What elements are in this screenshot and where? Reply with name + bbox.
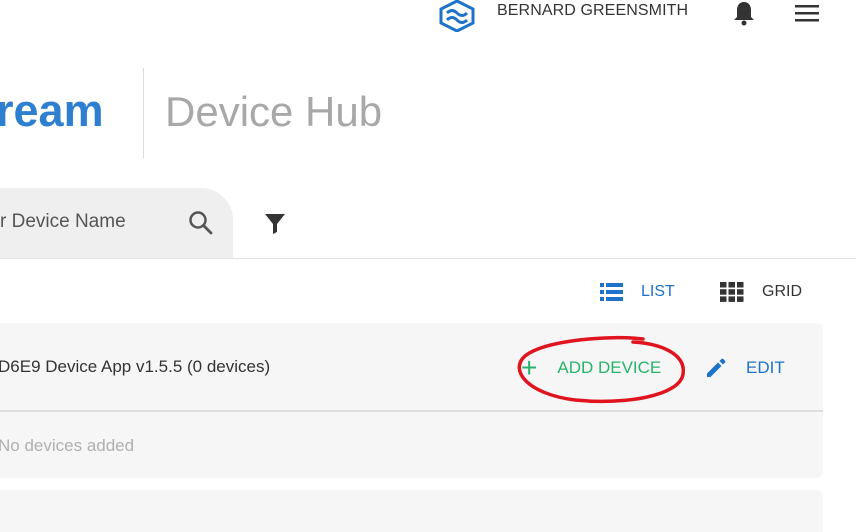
toolbar-divider	[0, 258, 856, 259]
list-view-icon	[600, 283, 623, 301]
list-view-label: LIST	[641, 283, 675, 300]
bell-icon[interactable]	[732, 0, 756, 26]
header-divider	[143, 68, 144, 158]
list-view-button[interactable]: LIST	[600, 279, 675, 305]
search-input[interactable]	[0, 206, 146, 238]
hamburger-menu-icon[interactable]	[793, 2, 821, 24]
add-device-button[interactable]: + ADD DEVICE	[521, 352, 662, 383]
user-name[interactable]: BERNARD GREENSMITH	[497, 2, 688, 20]
add-device-label: ADD DEVICE	[557, 358, 662, 377]
edit-button[interactable]: EDIT	[704, 355, 785, 381]
grid-view-button[interactable]: GRID	[720, 279, 802, 305]
empty-state-message: No devices added	[0, 436, 135, 455]
search-bar	[0, 188, 233, 258]
filter-icon[interactable]	[263, 211, 287, 235]
pencil-icon	[707, 358, 726, 377]
device-app-title: D6E9 Device App v1.5.5 (0 devices)	[0, 357, 271, 376]
device-app-card-next	[0, 490, 823, 532]
edit-label: EDIT	[746, 358, 785, 377]
card-divider	[0, 410, 823, 412]
grid-view-label: GRID	[762, 283, 802, 300]
brand-logo-text: ream	[0, 85, 104, 136]
logo-icon	[439, 0, 475, 32]
grid-view-icon	[720, 282, 744, 302]
search-icon[interactable]	[188, 210, 214, 236]
page-title: Device Hub	[165, 88, 383, 135]
plus-icon: +	[521, 352, 538, 383]
